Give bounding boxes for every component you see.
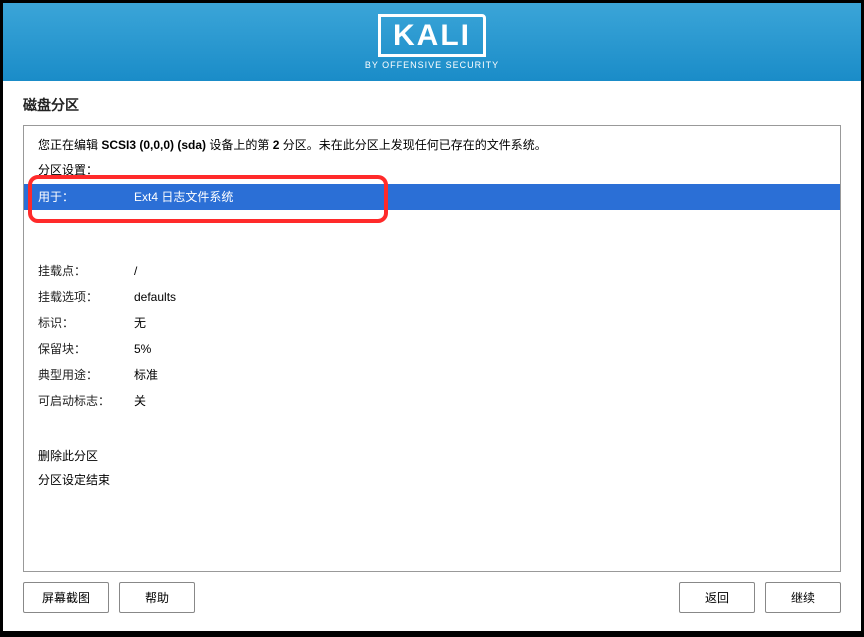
footer-left: 屏幕截图 帮助 [23,582,195,613]
logo-subtitle: BY OFFENSIVE SECURITY [365,60,499,70]
row-label-row[interactable]: 标识： 无 [24,310,840,336]
row-value: / [134,263,826,279]
info-line: 您正在编辑 SCSI3 (0,0,0) (sda) 设备上的第 2 分区。未在此… [24,136,840,161]
row-bootable[interactable]: 可启动标志： 关 [24,388,840,414]
row-label: 挂载选项： [38,289,134,305]
kali-logo: KALI BY OFFENSIVE SECURITY [365,14,499,70]
row-value: 5% [134,341,826,357]
action-label: 分区设定结束 [38,472,110,488]
back-button[interactable]: 返回 [679,582,755,613]
row-mount-options[interactable]: 挂载选项： defaults [24,284,840,310]
row-reserved[interactable]: 保留块： 5% [24,336,840,362]
row-spacer [24,414,840,444]
row-label: 标识： [38,315,134,331]
row-value: Ext4 日志文件系统 [134,189,826,205]
installer-window: KALI BY OFFENSIVE SECURITY 磁盘分区 您正在编辑 SC… [3,3,861,631]
content-panel: 您正在编辑 SCSI3 (0,0,0) (sda) 设备上的第 2 分区。未在此… [23,125,841,572]
info-device: SCSI3 (0,0,0) (sda) [101,138,206,152]
row-typical[interactable]: 典型用途： 标准 [24,362,840,388]
action-label: 删除此分区 [38,448,98,464]
continue-button[interactable]: 继续 [765,582,841,613]
row-label: 可启动标志： [38,393,134,409]
row-value: defaults [134,289,826,305]
row-use-as[interactable]: 用于： Ext4 日志文件系统 [24,184,840,210]
row-value: 标准 [134,367,826,383]
row-delete-partition[interactable]: 删除此分区 [24,444,840,468]
info-prefix: 您正在编辑 [38,138,101,152]
page-title: 磁盘分区 [3,81,861,125]
footer-right: 返回 继续 [679,582,841,613]
info-suffix: 分区。未在此分区上发现任何已存在的文件系统。 [279,138,546,152]
row-label: 用于： [38,189,134,205]
footer: 屏幕截图 帮助 返回 继续 [3,582,861,631]
header: KALI BY OFFENSIVE SECURITY [3,3,861,81]
info-mid: 设备上的第 [206,138,273,152]
logo-text: KALI [378,14,486,57]
help-button[interactable]: 帮助 [119,582,195,613]
row-value: 无 [134,315,826,331]
row-label: 典型用途： [38,367,134,383]
row-value: 关 [134,393,826,409]
row-label: 挂载点： [38,263,134,279]
row-label: 保留块： [38,341,134,357]
row-mount-point[interactable]: 挂载点： / [24,258,840,284]
row-spacer [24,210,840,258]
screenshot-button[interactable]: 屏幕截图 [23,582,109,613]
section-label: 分区设置： [24,161,840,184]
row-done-setting[interactable]: 分区设定结束 [24,468,840,492]
settings-list: 用于： Ext4 日志文件系统 挂载点： / 挂载选项： defaults 标识… [24,184,840,571]
